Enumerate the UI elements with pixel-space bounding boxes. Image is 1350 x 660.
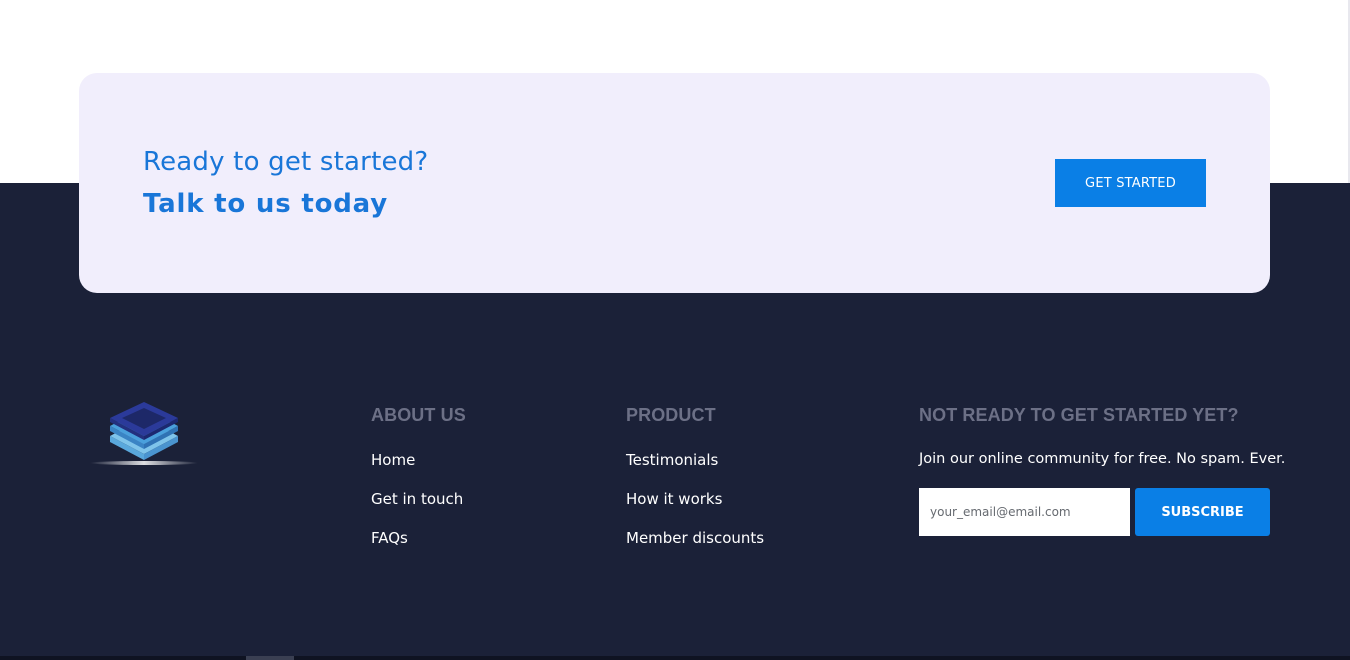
newsletter-heading: NOT READY TO GET STARTED YET?	[919, 405, 1239, 425]
newsletter-description: Join our online community for free. No s…	[919, 451, 1286, 467]
email-input[interactable]	[919, 488, 1130, 536]
footer-link-get-in-touch[interactable]: Get in touch	[371, 490, 463, 508]
cta-headline: Ready to get started?	[143, 147, 429, 177]
bottom-tab-handle[interactable]	[246, 656, 294, 660]
footer-link-home[interactable]: Home	[371, 451, 415, 469]
about-us-heading: ABOUT US	[371, 405, 466, 425]
footer-link-testimonials[interactable]: Testimonials	[626, 451, 718, 469]
footer-link-member-discounts[interactable]: Member discounts	[626, 529, 764, 547]
footer-link-faqs[interactable]: FAQs	[371, 529, 408, 547]
cta-card: Ready to get started? Talk to us today G…	[79, 73, 1270, 293]
get-started-button[interactable]: GET STARTED	[1055, 159, 1206, 207]
subscribe-button[interactable]: SUBSCRIBE	[1135, 488, 1270, 536]
bottom-bar	[0, 656, 1350, 660]
cta-subheadline: Talk to us today	[143, 189, 388, 219]
product-heading: PRODUCT	[626, 405, 716, 425]
footer-link-how-it-works[interactable]: How it works	[626, 490, 722, 508]
stacked-layers-logo-icon[interactable]	[88, 400, 200, 470]
